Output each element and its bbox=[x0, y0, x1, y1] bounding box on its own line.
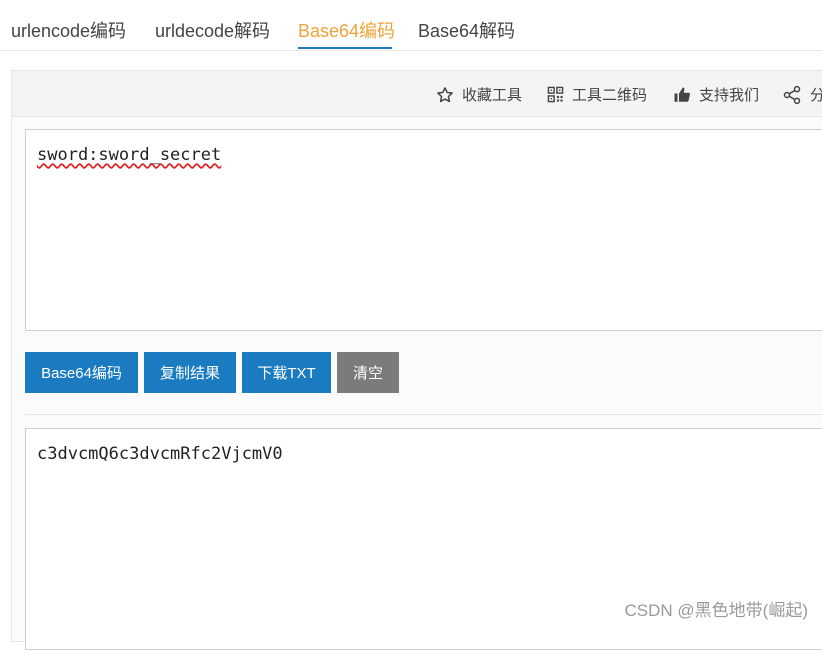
tab-base64-decode[interactable]: Base64解码 bbox=[418, 17, 515, 43]
active-tab-indicator bbox=[298, 47, 392, 49]
tab-base64-encode[interactable]: Base64编码 bbox=[298, 17, 395, 43]
qrcode-icon bbox=[547, 86, 564, 103]
input-textarea[interactable]: sword:sword_secret bbox=[25, 129, 822, 331]
qrcode-tool-button[interactable]: 工具二维码 bbox=[547, 84, 647, 105]
tool-panel: 收藏工具 工具二维码 支持我们 分 sword:sword_secret Bas… bbox=[11, 70, 822, 650]
share-icon bbox=[783, 85, 801, 104]
divider bbox=[25, 414, 822, 415]
share-button[interactable]: 分 bbox=[782, 84, 822, 105]
share-label: 分 bbox=[810, 87, 822, 104]
base64-encode-button[interactable]: Base64编码 bbox=[25, 352, 138, 393]
tab-urlencode[interactable]: urlencode编码 bbox=[11, 17, 126, 43]
input-text: sword:sword_secret bbox=[37, 145, 222, 165]
copy-result-button[interactable]: 复制结果 bbox=[144, 352, 236, 393]
favorite-tool-label: 收藏工具 bbox=[462, 87, 523, 104]
output-text: c3dvcmQ6c3dvcmRfc2VjcmV0 bbox=[37, 444, 283, 464]
clear-button[interactable]: 清空 bbox=[337, 352, 399, 393]
thumbs-up-icon bbox=[674, 87, 690, 102]
download-txt-button[interactable]: 下载TXT bbox=[242, 352, 331, 393]
qrcode-tool-label: 工具二维码 bbox=[572, 87, 648, 104]
favorite-tool-button[interactable]: 收藏工具 bbox=[436, 84, 522, 105]
csdn-watermark: CSDN @黑色地带(崛起) bbox=[624, 601, 808, 620]
star-icon bbox=[437, 86, 453, 102]
tab-urldecode[interactable]: urldecode解码 bbox=[155, 17, 270, 43]
toolbar: 收藏工具 工具二维码 支持我们 分 bbox=[12, 71, 822, 117]
tab-bar: urlencode编码 urldecode解码 Base64编码 Base64解… bbox=[0, 0, 822, 51]
support-us-button[interactable]: 支持我们 bbox=[673, 84, 759, 105]
support-us-label: 支持我们 bbox=[699, 87, 760, 104]
